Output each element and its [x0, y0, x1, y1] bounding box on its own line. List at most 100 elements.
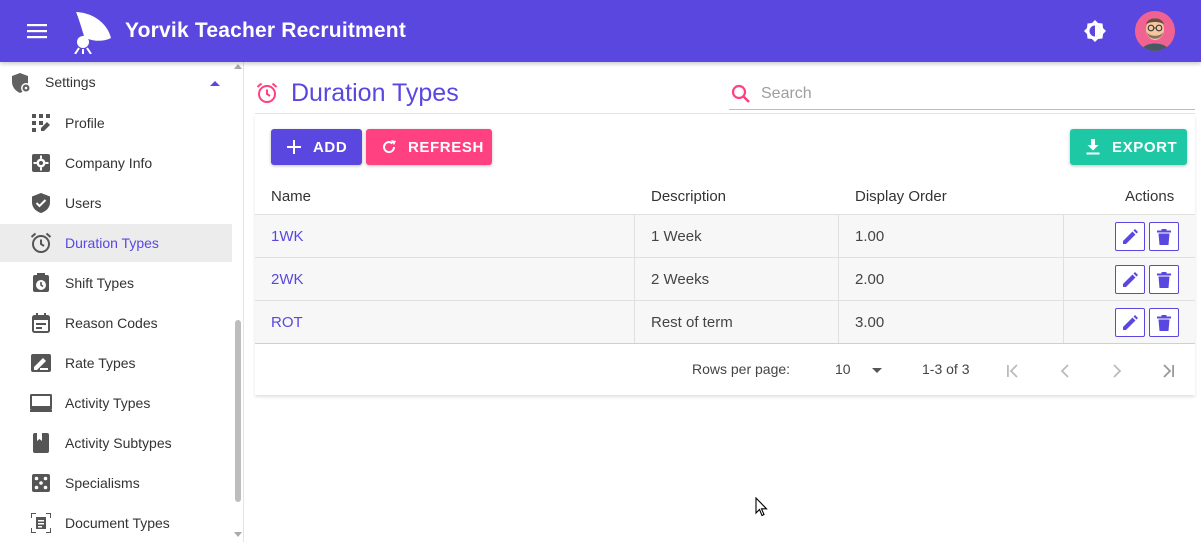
- edit-button[interactable]: [1115, 222, 1145, 251]
- page-title: Duration Types: [291, 79, 459, 107]
- edit-button[interactable]: [1115, 265, 1145, 294]
- sidebar-item-label: Company Info: [65, 155, 153, 171]
- scroll-down-arrow[interactable]: [234, 532, 242, 537]
- sidebar-item-reason-codes[interactable]: Reason Codes: [0, 304, 232, 342]
- scroll-thumb[interactable]: [235, 320, 241, 502]
- row-name[interactable]: ROT: [271, 314, 303, 331]
- rocket-logo-icon: [69, 8, 115, 55]
- previous-page-icon[interactable]: [1053, 359, 1077, 383]
- sidebar-item-company-info[interactable]: Company Info: [0, 144, 232, 182]
- search-input[interactable]: [761, 83, 1181, 105]
- alarm-clock-icon: [30, 232, 52, 254]
- column-header-name[interactable]: Name: [271, 188, 311, 205]
- sidebar-item-label: Activity Types: [65, 395, 151, 411]
- pencil-icon: [1123, 271, 1138, 287]
- sidebar-item-activity-types[interactable]: Activity Types: [0, 384, 232, 422]
- dropdown-caret-icon: [872, 368, 882, 373]
- sidebar-section-label: Settings: [45, 74, 96, 90]
- monitor-icon: [30, 392, 52, 414]
- app-title: Yorvik Teacher Recruitment: [125, 19, 407, 42]
- row-name[interactable]: 2WK: [271, 271, 304, 288]
- row-display-order: 1.00: [855, 228, 885, 245]
- sidebar-item-label: Users: [65, 195, 102, 211]
- table-row: ROT Rest of term 3.00: [255, 300, 1195, 344]
- brightness-icon[interactable]: [1081, 17, 1109, 45]
- shield-gear-icon: [10, 72, 32, 94]
- table-divider: [255, 343, 1195, 344]
- delete-button[interactable]: [1149, 308, 1179, 337]
- grid-pen-icon: [30, 112, 52, 134]
- menu-icon[interactable]: [25, 19, 49, 43]
- download-icon: [1084, 138, 1102, 156]
- main-content: Duration Types ADD REFRESH EXPORT: [244, 62, 1201, 542]
- row-display-order: 3.00: [855, 314, 885, 331]
- data-table-card: ADD REFRESH EXPORT Name Description Disp…: [255, 115, 1195, 395]
- book-icon: [30, 432, 52, 454]
- row-description: Rest of term: [651, 314, 733, 331]
- first-page-icon[interactable]: [1001, 359, 1025, 383]
- document-scan-icon: [30, 512, 52, 534]
- page-header: Duration Types: [255, 62, 1195, 114]
- sidebar-item-activity-subtypes[interactable]: Activity Subtypes: [0, 424, 232, 462]
- sidebar-item-users[interactable]: Users: [0, 184, 232, 222]
- alarm-clock-icon: [256, 82, 278, 104]
- search-icon: [731, 84, 751, 104]
- trash-icon: [1157, 314, 1171, 331]
- row-description: 2 Weeks: [651, 271, 710, 288]
- column-header-description[interactable]: Description: [651, 188, 726, 205]
- refresh-button-label: REFRESH: [408, 138, 484, 156]
- trash-icon: [1157, 271, 1171, 288]
- column-header-display-order[interactable]: Display Order: [855, 188, 947, 205]
- search-box: [729, 80, 1195, 110]
- sidebar-item-label: Reason Codes: [65, 315, 158, 331]
- signature-icon: [30, 352, 52, 374]
- delete-button[interactable]: [1149, 265, 1179, 294]
- rows-per-page-select[interactable]: 10: [835, 359, 885, 381]
- row-display-order: 2.00: [855, 271, 885, 288]
- sidebar-item-shift-types[interactable]: Shift Types: [0, 264, 232, 302]
- export-button-label: EXPORT: [1112, 138, 1178, 156]
- refresh-icon: [380, 138, 398, 156]
- dice-icon: [30, 472, 52, 494]
- export-button[interactable]: EXPORT: [1070, 129, 1187, 165]
- sidebar-item-profile[interactable]: Profile: [0, 104, 232, 142]
- last-page-icon[interactable]: [1156, 359, 1180, 383]
- row-description: 1 Week: [651, 228, 702, 245]
- chevron-up-icon[interactable]: [208, 76, 222, 90]
- sidebar-item-label: Document Types: [65, 515, 170, 531]
- pagination-range: 1-3 of 3: [922, 361, 970, 377]
- sidebar-item-label: Profile: [65, 115, 105, 131]
- add-button-label: ADD: [313, 138, 348, 156]
- add-button[interactable]: ADD: [271, 129, 362, 165]
- sidebar-item-specialisms[interactable]: Specialisms: [0, 464, 232, 502]
- next-page-icon[interactable]: [1105, 359, 1129, 383]
- table-row: 1WK 1 Week 1.00: [255, 214, 1195, 258]
- sidebar-item-label: Activity Subtypes: [65, 435, 172, 451]
- sidebar-item-rate-types[interactable]: Rate Types: [0, 344, 232, 382]
- plus-icon: [285, 138, 303, 156]
- sidebar-item-duration-types[interactable]: Duration Types: [0, 224, 232, 262]
- sidebar-item-label: Specialisms: [65, 475, 140, 491]
- sidebar-item-document-types[interactable]: Document Types: [0, 504, 232, 542]
- refresh-button[interactable]: REFRESH: [366, 129, 492, 165]
- app-bar: Yorvik Teacher Recruitment: [0, 0, 1201, 62]
- pencil-icon: [1123, 228, 1138, 244]
- sidebar-item-label: Shift Types: [65, 275, 135, 291]
- scroll-up-arrow[interactable]: [234, 64, 242, 69]
- table-row: 2WK 2 Weeks 2.00: [255, 257, 1195, 301]
- row-name[interactable]: 1WK: [271, 228, 304, 245]
- rows-per-page-value: 10: [835, 361, 851, 377]
- edit-button[interactable]: [1115, 308, 1145, 337]
- timer-box-icon: [30, 272, 52, 294]
- rows-per-page-label: Rows per page:: [692, 361, 791, 377]
- user-avatar[interactable]: [1135, 11, 1175, 51]
- pencil-icon: [1123, 314, 1138, 330]
- sidebar: Settings Profile Company Info Users Dura…: [0, 62, 244, 542]
- mouse-cursor-icon: [755, 496, 769, 517]
- sidebar-scrollbar[interactable]: [233, 62, 243, 542]
- shield-check-icon: [30, 192, 52, 214]
- sidebar-section-settings[interactable]: Settings: [0, 62, 232, 104]
- calendar-note-icon: [30, 312, 52, 334]
- sidebar-item-label: Duration Types: [65, 235, 159, 251]
- delete-button[interactable]: [1149, 222, 1179, 251]
